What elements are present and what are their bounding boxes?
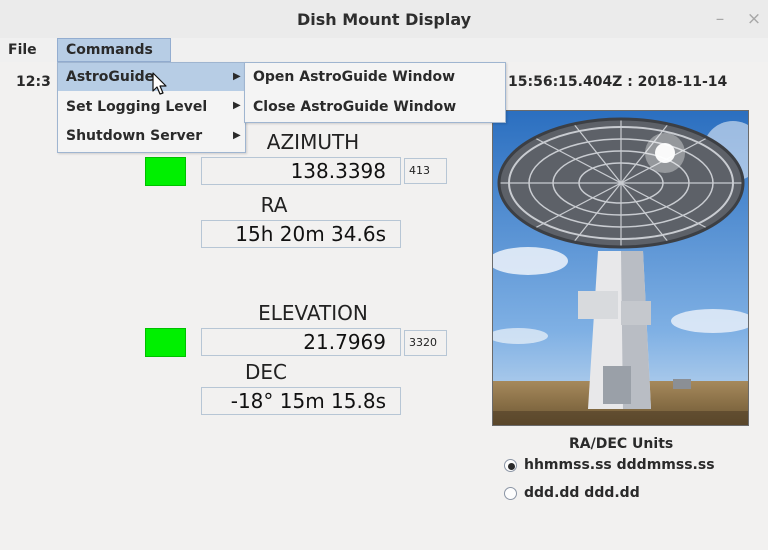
ra-label: RA [260,193,288,217]
radio-hhmmss-label[interactable]: hhmmss.ss dddmmss.ss [524,457,715,473]
submenu-arrow-icon: ▶ [233,100,241,111]
radio-selected-dot [508,463,515,470]
menu-file[interactable]: File [8,38,37,62]
menu-item-close-astroguide-label: Close AstroGuide Window [253,99,457,115]
submenu-arrow-icon: ▶ [233,71,241,82]
elevation-label: ELEVATION [258,301,368,325]
submenu-arrow-icon: ▶ [233,130,241,141]
azimuth-value-field: 138.3398 [201,157,401,185]
window-title: Dish Mount Display [296,10,472,29]
minimize-button[interactable]: – [710,8,730,30]
elevation-status-indicator [145,328,186,357]
units-title: RA/DEC Units [569,436,674,452]
mouse-pointer-icon [152,72,168,100]
menu-item-astroguide-label: AstroGuide [66,69,155,85]
menu-item-open-astroguide[interactable]: Open AstroGuide Window [245,63,505,91]
dec-value-field: -18° 15m 15.8s [201,387,401,415]
close-button[interactable]: × [744,8,764,30]
radio-ddd-label[interactable]: ddd.dd ddd.dd [524,485,640,501]
azimuth-raw-field: 413 [404,158,447,184]
utc-time-text: 15:56:15.404Z : 2018-11-14 [508,74,728,90]
azimuth-status-indicator [145,157,186,186]
dec-label: DEC [244,360,287,384]
menu-item-logging-label: Set Logging Level [66,99,208,115]
ra-value-field: 15h 20m 34.6s [201,220,401,248]
menu-item-shutdown[interactable]: Shutdown Server [58,122,245,150]
radio-dish-icon [493,111,748,425]
menu-item-shutdown-label: Shutdown Server [66,128,203,144]
menu-commands[interactable]: Commands [57,38,171,62]
menu-item-close-astroguide[interactable]: Close AstroGuide Window [245,93,505,121]
elevation-raw-field: 3320 [404,330,447,356]
elevation-value-field: 21.7969 [201,328,401,356]
radio-hhmmss[interactable] [504,459,517,472]
local-time-text: 12:3 [16,74,51,90]
menu-item-open-astroguide-label: Open AstroGuide Window [253,69,456,85]
radio-ddd[interactable] [504,487,517,500]
radio-dish-photo [492,110,749,426]
